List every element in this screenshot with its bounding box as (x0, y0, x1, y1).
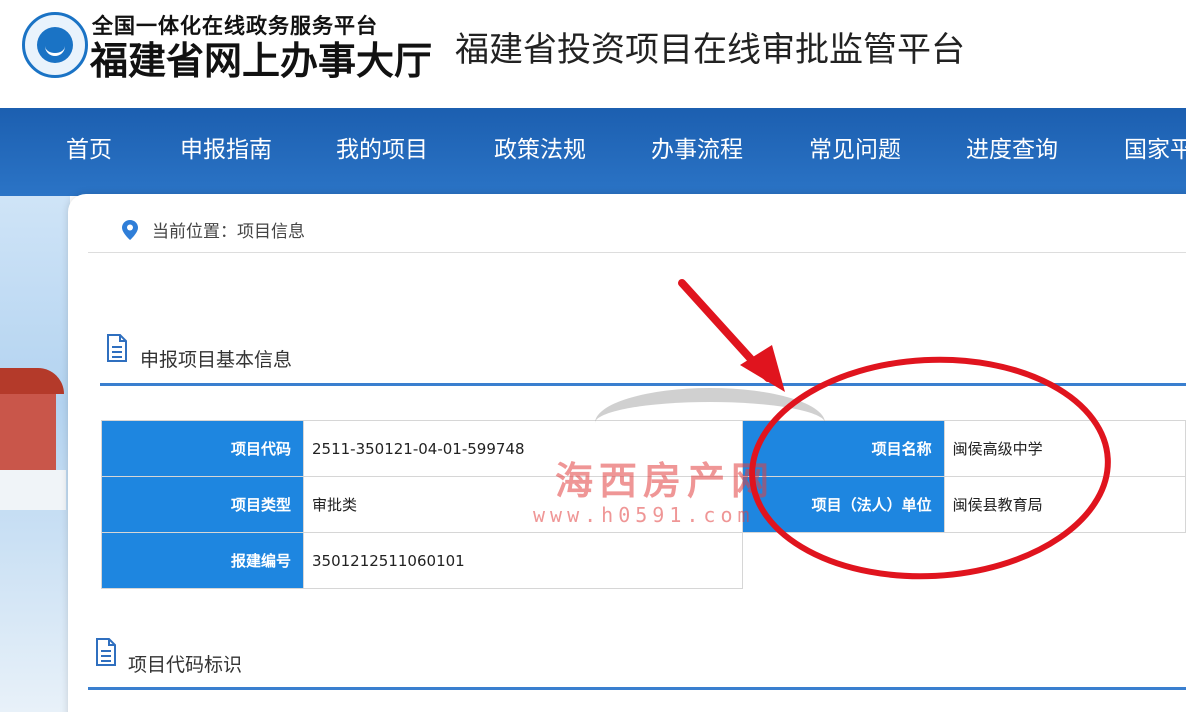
temple-illustration (0, 350, 70, 510)
value-construction-number: 3501212511060101 (303, 532, 743, 589)
label-project-type: 项目类型 (101, 476, 304, 533)
watermark-text: 海西房产网 (555, 459, 776, 503)
label-construction-number: 报建编号 (101, 532, 304, 589)
document-icon (96, 638, 116, 666)
nav-item-faq[interactable]: 常见问题 (809, 130, 901, 164)
nav-item-progress-query[interactable]: 进度查询 (966, 130, 1058, 164)
label-project-code: 项目代码 (101, 420, 304, 477)
table-row: 报建编号 3501212511060101 (101, 532, 743, 589)
nav-item-process[interactable]: 办事流程 (651, 130, 743, 164)
section-title-basic-info: 申报项目基本信息 (140, 349, 293, 371)
nav-item-my-projects[interactable]: 我的项目 (336, 130, 428, 164)
platform-title: 福建省投资项目在线审批监管平台 (455, 30, 965, 70)
document-icon (107, 334, 127, 362)
nav-item-national-platform[interactable]: 国家平 (1124, 130, 1186, 164)
logo-title[interactable]: 福建省网上办事大厅 (90, 30, 432, 85)
location-pin-icon (122, 220, 138, 240)
breadcrumb-divider (88, 252, 1186, 253)
section-title-code-id: 项目代码标识 (128, 654, 243, 676)
value-legal-entity: 闽侯县教育局 (943, 476, 1186, 533)
site-logo-icon[interactable] (22, 12, 88, 78)
watermark-logo (595, 388, 825, 458)
watermark-url: www.h0591.com (533, 503, 755, 527)
section-divider (88, 687, 1186, 690)
nav-item-guide[interactable]: 申报指南 (180, 130, 272, 164)
breadcrumb-text: 当前位置：项目信息 (152, 222, 305, 242)
nav-item-policies[interactable]: 政策法规 (494, 130, 586, 164)
value-project-name: 闽侯高级中学 (943, 420, 1186, 477)
main-nav: 首页 申报指南 我的项目 政策法规 办事流程 常见问题 进度查询 国家平 (0, 108, 1186, 196)
table-row: 项目（法人）单位 闽侯县教育局 (742, 476, 1186, 533)
site-header: 全国一体化在线政务服务平台 福建省网上办事大厅 福建省投资项目在线审批监管平台 (0, 0, 1186, 108)
nav-item-home[interactable]: 首页 (66, 130, 112, 164)
section-divider (100, 383, 1186, 386)
